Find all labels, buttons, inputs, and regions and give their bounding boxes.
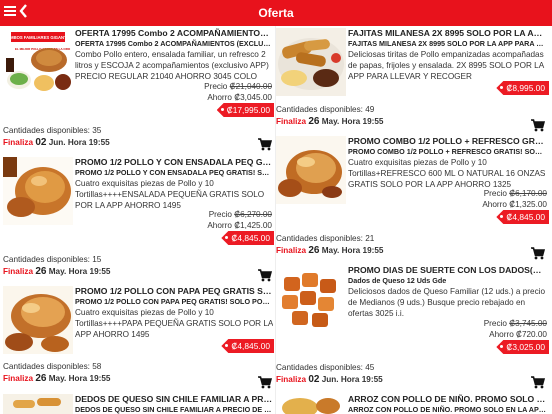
offer-card[interactable]: FAJITAS MILANESA 2X 8995 SOLO POR LA APP…: [276, 28, 549, 152]
stock-text: Cantidades disponibles: 21: [276, 234, 375, 243]
offer-image: [276, 265, 346, 333]
offer-card[interactable]: ARROZ CON POLLO DE NIÑO. PROMO SOLO EN L…: [276, 394, 549, 414]
offer-price-tag: ₡3,025.00: [496, 340, 549, 354]
offer-price-tag: ₡4,845.00: [221, 231, 274, 245]
price-block: Precio ₡6,170.00 Ahorro ₡1,325.00: [482, 188, 547, 210]
offer-image: [276, 394, 346, 414]
offer-name: PROMO COMBO 1/2 POLLO + REFRESCO GRATIS!…: [348, 136, 546, 146]
ends-day: 26: [308, 245, 320, 256]
savings-label: Ahorro: [207, 93, 232, 102]
ends-label: Finaliza: [276, 375, 307, 384]
savings-label: Ahorro: [482, 200, 507, 209]
ends-time: Jun. Hora 19:55: [48, 138, 110, 147]
old-price: ₡6,270.00: [234, 210, 272, 219]
offer-price-tag: ₡4,845.00: [496, 210, 549, 224]
offer-name: PROMO DIAS DE SUERTE CON LOS DADOS(BUSQ.…: [348, 265, 546, 275]
price-block: Precio ₡21,040.00 Ahorro ₡3,045.00: [204, 81, 272, 103]
old-price: ₡6,170.00: [509, 189, 547, 198]
offer-subtitle: PROMO 1/2 POLLO CON PAPA PEQ GRATIS! SOL…: [75, 297, 273, 306]
offer-name: FAJITAS MILANESA 2X 8995 SOLO POR LA APP…: [348, 28, 546, 38]
offer-subtitle: DEDOS DE QUESO SIN CHILE FAMILIAR A PREC…: [75, 405, 273, 414]
cart-icon[interactable]: [531, 119, 545, 132]
ends-label: Finaliza: [276, 246, 307, 255]
ends-text: Finaliza 26 May. Hora 19:55: [3, 373, 110, 384]
offer-info: DEDOS DE QUESO SIN CHILE FAMILIAR A PREC…: [75, 394, 273, 414]
offer-card[interactable]: PROMO 1/2 POLLO Y CON ENSADALA PEQ GRATI…: [3, 157, 274, 282]
offer-name: OFERTA 17995 Combo 2 ACOMPAÑAMIENTOS (E.…: [75, 28, 273, 38]
price-label: Precio: [483, 319, 507, 328]
ends-label: Finaliza: [3, 267, 34, 276]
ends-day: 26: [308, 116, 320, 127]
offer-subtitle: ARROZ CON POLLO DE NIÑO. PROMO SOLO EN L…: [348, 405, 546, 414]
ends-day: 26: [35, 373, 47, 384]
price-block: Precio ₡6,270.00 Ahorro ₡1,425.00: [207, 209, 272, 231]
offer-price-tag: ₡17,995.00: [216, 103, 274, 117]
savings-value: ₡720.00: [516, 330, 547, 339]
top-bar: Oferta: [0, 0, 552, 26]
offer-image: [3, 157, 73, 225]
ends-time: Jun. Hora 19:55: [321, 375, 383, 384]
offer-name: PROMO 1/2 POLLO CON PAPA PEQ GRATIS SOLO…: [75, 286, 273, 296]
offer-card[interactable]: PROMO DIAS DE SUERTE CON LOS DADOS(BUSQ.…: [276, 265, 549, 392]
savings-value: ₡1,325.00: [509, 200, 547, 209]
offer-subtitle: FAJITAS MILANESA 2X 8995 SOLO POR LA APP…: [348, 39, 546, 48]
stock-text: Cantidades disponibles: 45: [276, 363, 375, 372]
stock-text: Cantidades disponibles: 58: [3, 362, 102, 371]
ends-text: Finaliza 02 Jun. Hora 19:55: [276, 374, 383, 385]
cart-icon[interactable]: [531, 376, 545, 389]
offer-image: [276, 28, 346, 96]
ends-day: 02: [35, 137, 47, 148]
offer-name: DEDOS DE QUESO SIN CHILE FAMILIAR A PREC…: [75, 394, 273, 404]
offer-subtitle: PROMO 1/2 POLLO Y CON ENSADALA PEQ GRATI…: [75, 168, 273, 177]
savings-label: Ahorro: [207, 221, 232, 230]
price-label: Precio: [204, 82, 228, 91]
offer-image: [3, 394, 73, 414]
cart-icon[interactable]: [258, 138, 272, 151]
offer-name: ARROZ CON POLLO DE NIÑO. PROMO SOLO EN L…: [348, 394, 546, 404]
offer-card[interactable]: DEDOS DE QUESO SIN CHILE FAMILIAR A PREC…: [3, 394, 274, 414]
image-banner-text: COMBOS FAMILIARES GIGANTES: [4, 35, 73, 40]
stock-text: Cantidades disponibles: 49: [276, 105, 375, 114]
ends-time: May. Hora 19:55: [321, 117, 384, 126]
ends-label: Finaliza: [3, 138, 34, 147]
cart-icon[interactable]: [258, 269, 272, 282]
cart-icon[interactable]: [531, 247, 545, 260]
savings-value: ₡1,425.00: [234, 221, 272, 230]
offer-subtitle: OFERTA 17995 Combo 2 ACOMPAÑAMIENTOS (EX…: [75, 39, 273, 48]
ends-text: Finaliza 26 May. Hora 19:55: [276, 116, 383, 127]
ends-label: Finaliza: [276, 117, 307, 126]
offer-card[interactable]: PROMO 1/2 POLLO CON PAPA PEQ GRATIS SOLO…: [3, 286, 274, 392]
offer-price-tag: ₡4,845.00: [221, 339, 274, 353]
ends-text: Finaliza 26 May. Hora 19:55: [276, 245, 383, 256]
ends-time: May. Hora 19:55: [48, 374, 111, 383]
savings-label: Ahorro: [489, 330, 514, 339]
price-block: Precio ₡3,745.00 Ahorro ₡720.00: [484, 318, 547, 340]
old-price: ₡21,040.00: [229, 82, 272, 91]
ends-day: 02: [308, 374, 320, 385]
ends-time: May. Hora 19:55: [48, 267, 111, 276]
offer-price-tag: ₡8,995.00: [496, 81, 549, 95]
price-label: Precio: [208, 210, 232, 219]
offer-subtitle: PROMO COMBO 1/2 POLLO + REFRESCO GRATIS!…: [348, 147, 546, 156]
ends-text: Finaliza 26 May. Hora 19:55: [3, 266, 110, 277]
ends-text: Finaliza 02 Jun. Hora 19:55: [3, 137, 110, 148]
ends-label: Finaliza: [3, 374, 34, 383]
offer-card[interactable]: PROMO COMBO 1/2 POLLO + REFRESCO GRATIS!…: [276, 136, 549, 260]
page-title: Oferta: [258, 6, 294, 20]
offer-name: PROMO 1/2 POLLO Y CON ENSADALA PEQ GRATI…: [75, 157, 273, 167]
old-price: ₡3,745.00: [509, 319, 547, 328]
ends-time: May. Hora 19:55: [321, 246, 384, 255]
ends-day: 26: [35, 266, 47, 277]
offer-image: [276, 136, 346, 204]
offer-image: COMBOS FAMILIARES GIGANTES EL MEJOR POLL…: [3, 28, 73, 96]
price-label: Precio: [483, 189, 507, 198]
offer-info: ARROZ CON POLLO DE NIÑO. PROMO SOLO EN L…: [348, 394, 546, 414]
stock-text: Cantidades disponibles: 15: [3, 255, 102, 264]
cart-icon[interactable]: [258, 376, 272, 389]
stock-text: Cantidades disponibles: 35: [3, 126, 102, 135]
savings-value: ₡3,045.00: [234, 93, 272, 102]
offer-image: [3, 286, 73, 354]
offer-subtitle: Dados de Queso 12 Uds Gde: [348, 276, 447, 285]
offer-card[interactable]: COMBOS FAMILIARES GIGANTES EL MEJOR POLL…: [3, 28, 274, 152]
